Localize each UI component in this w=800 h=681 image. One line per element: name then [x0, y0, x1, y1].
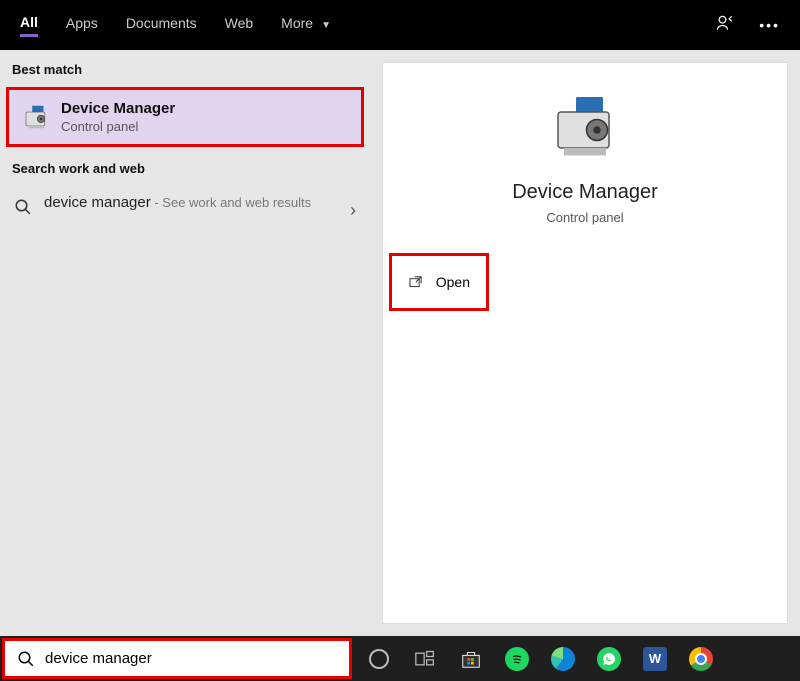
taskbar-search[interactable]	[2, 638, 352, 679]
open-action[interactable]: Open	[389, 253, 489, 311]
search-icon	[17, 650, 35, 668]
spotify-icon[interactable]	[504, 646, 530, 672]
device-manager-large-icon	[549, 91, 621, 163]
tab-more[interactable]: More	[281, 15, 313, 35]
tab-all[interactable]: All	[20, 14, 38, 37]
search-filter-bar: All Apps Documents Web More ▼ •••	[0, 0, 800, 50]
web-result-item[interactable]: device manager - See work and web result…	[0, 186, 370, 229]
more-options-icon[interactable]: •••	[759, 17, 780, 33]
tab-documents[interactable]: Documents	[126, 15, 197, 35]
details-title: Device Manager	[383, 181, 787, 204]
tab-web[interactable]: Web	[225, 15, 254, 35]
details-column: Device Manager Control panel Open	[370, 50, 800, 636]
results-list: Best match Device Manager Control panel …	[0, 50, 370, 636]
web-result-text: device manager - See work and web result…	[44, 194, 338, 212]
best-match-subtitle: Control panel	[61, 119, 175, 134]
cortana-icon[interactable]	[366, 646, 392, 672]
details-panel: Device Manager Control panel Open	[382, 62, 788, 624]
chevron-down-icon: ▼	[321, 20, 331, 31]
search-results-body: Best match Device Manager Control panel …	[0, 50, 800, 636]
search-work-web-label: Search work and web	[0, 149, 370, 186]
search-icon	[14, 198, 32, 216]
feedback-icon[interactable]	[715, 13, 735, 38]
filter-tabs: All Apps Documents Web More ▼	[20, 14, 331, 37]
open-label: Open	[436, 274, 470, 290]
open-icon	[408, 274, 424, 290]
details-subtitle: Control panel	[383, 210, 787, 225]
best-match-label: Best match	[0, 50, 370, 87]
taskbar-tray: W	[354, 646, 726, 672]
web-result-hint: - See work and web results	[151, 195, 311, 210]
edge-icon[interactable]	[550, 646, 576, 672]
taskbar: W	[0, 636, 800, 681]
chrome-icon[interactable]	[688, 646, 714, 672]
search-input[interactable]	[45, 650, 337, 667]
best-match-device-manager[interactable]: Device Manager Control panel	[6, 87, 364, 147]
web-result-query: device manager	[44, 194, 151, 211]
tab-apps[interactable]: Apps	[66, 15, 98, 35]
chevron-right-icon[interactable]: ›	[350, 200, 356, 221]
best-match-text: Device Manager Control panel	[61, 100, 175, 134]
task-view-icon[interactable]	[412, 646, 438, 672]
header-actions: •••	[715, 13, 780, 38]
device-manager-icon	[21, 102, 51, 132]
word-icon[interactable]: W	[642, 646, 668, 672]
best-match-title: Device Manager	[61, 100, 175, 117]
whatsapp-icon[interactable]	[596, 646, 622, 672]
microsoft-store-icon[interactable]	[458, 646, 484, 672]
